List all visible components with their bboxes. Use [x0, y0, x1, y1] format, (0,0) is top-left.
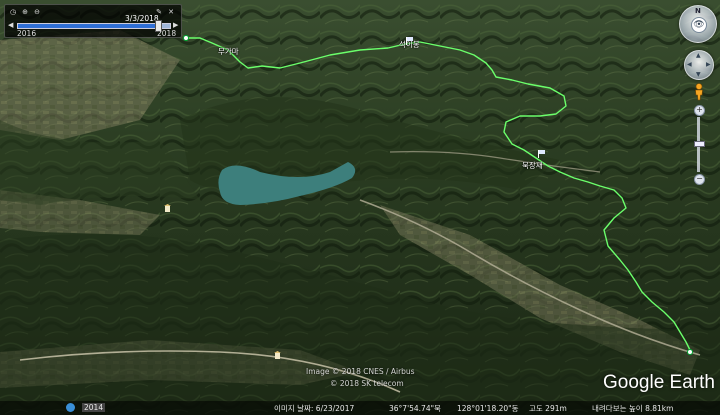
status-bar: 2014 이미지 날짜: 6/23/2017 36°7'54.74"북 128°…: [0, 401, 720, 415]
building-marker-icon[interactable]: [164, 204, 171, 212]
building-marker-icon[interactable]: [274, 351, 281, 359]
credit-line: © 2018 SK telecom: [330, 379, 404, 388]
imagery-year-badge[interactable]: 2014: [82, 403, 106, 412]
flag-marker-icon[interactable]: [538, 150, 545, 158]
zoom-out-button[interactable]: −: [694, 174, 705, 185]
step-forward-icon[interactable]: ▶: [173, 21, 178, 29]
close-icon[interactable]: ✕: [166, 7, 176, 16]
timeline-track[interactable]: [17, 23, 171, 29]
google-globe-icon: [66, 403, 75, 412]
elevation-readout: 고도 291m: [529, 404, 567, 413]
zoom-thumb[interactable]: [694, 140, 705, 147]
place-label[interactable]: 묵장재: [522, 160, 543, 171]
timeline-start-year: 2016: [17, 29, 37, 38]
flag-marker-icon[interactable]: [406, 37, 413, 45]
credit-line: Image © 2018 CNES / Airbus: [306, 367, 415, 376]
timeline-end-year: 2018: [157, 29, 177, 38]
look-joystick-icon[interactable]: 👁: [691, 17, 707, 33]
historical-imagery-slider[interactable]: ◷ ⊕ ⊖ ✎ ✕ 3/3/2018 ◀ ▶ 2016 2018: [4, 4, 182, 38]
clock-icon[interactable]: ◷: [8, 7, 18, 16]
longitude-readout: 128°01'18.20"동: [457, 404, 519, 413]
zoom-out-icon[interactable]: ⊖: [32, 7, 42, 16]
imagery-credits: Image © 2018 CNES / Airbus © 2018 SK tel…: [306, 366, 415, 390]
place-label[interactable]: 무가마: [218, 46, 239, 57]
imagery-date: 이미지 날짜: 6/23/2017: [274, 404, 355, 413]
timeline-fill: [18, 24, 160, 28]
current-date: 3/3/2018: [125, 14, 159, 23]
google-earth-logo: Google Earth: [603, 372, 715, 393]
move-joystick[interactable]: ▲ ▼ ◀ ▶: [684, 50, 714, 80]
arrow-up-icon[interactable]: ▲: [696, 52, 701, 59]
map-viewport[interactable]: 무가마 석이봉 묵장재 ◷ ⊕ ⊖ ✎ ✕ 3/3/2018 ◀ ▶ 2016 …: [0, 0, 720, 415]
satellite-terrain[interactable]: [0, 0, 720, 415]
pegman-icon[interactable]: [693, 83, 705, 101]
north-label: N: [695, 7, 701, 15]
arrow-right-icon[interactable]: ▶: [706, 61, 711, 68]
zoom-in-icon[interactable]: ⊕: [20, 7, 30, 16]
arrow-down-icon[interactable]: ▼: [696, 71, 701, 78]
zoom-slider[interactable]: + −: [694, 105, 705, 185]
latitude-readout: 36°7'54.74"북: [389, 404, 441, 413]
compass-ring[interactable]: N 👁: [679, 5, 717, 43]
eye-altitude-readout: 내려다보는 높이 8.81km: [592, 404, 674, 413]
arrow-left-icon[interactable]: ◀: [687, 61, 692, 68]
zoom-in-button[interactable]: +: [694, 105, 705, 116]
step-back-icon[interactable]: ◀: [8, 21, 13, 29]
